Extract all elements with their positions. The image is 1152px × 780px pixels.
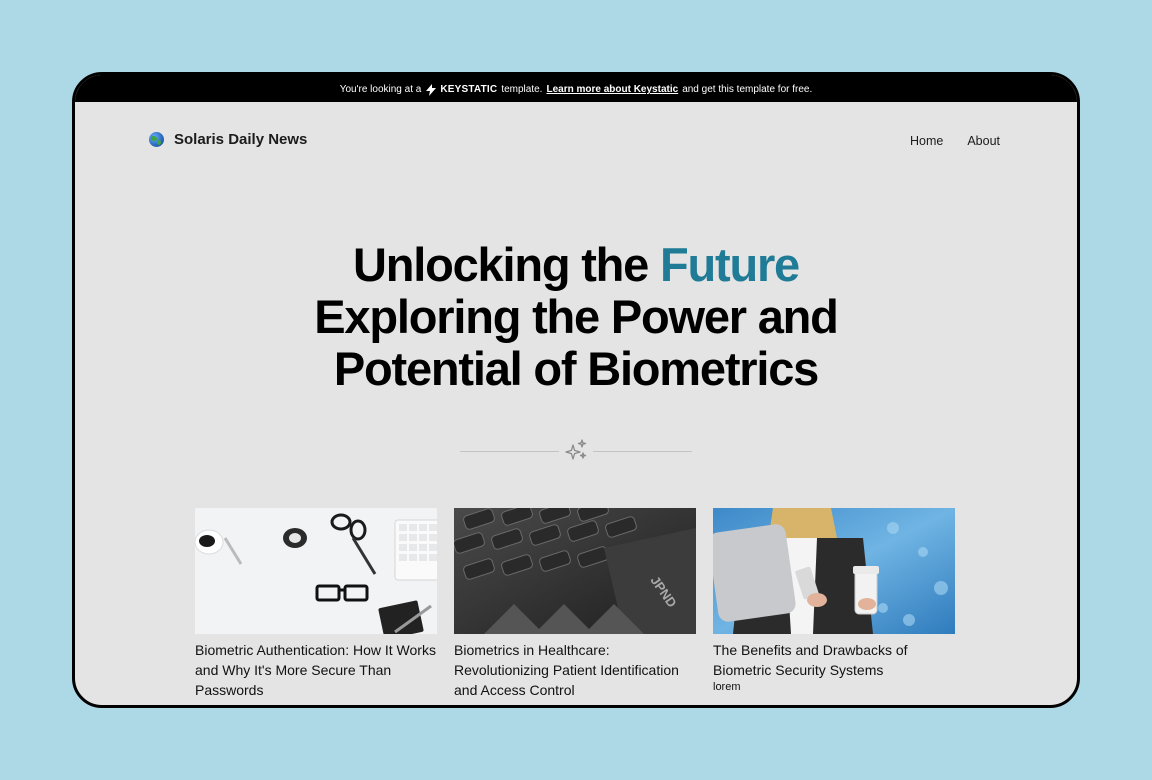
article-card[interactable]: JPND Biometrics in Healthcare: Revolutio… bbox=[454, 508, 696, 700]
article-title[interactable]: The Benefits and Drawbacks of Biometric … bbox=[713, 640, 955, 680]
banner-suffix: and get this template for free. bbox=[682, 84, 813, 95]
template-banner: You're looking at a KEYSTATIC template. … bbox=[75, 75, 1077, 102]
article-card[interactable]: The Benefits and Drawbacks of Biometric … bbox=[713, 508, 955, 700]
article-card[interactable]: Biometric Authentication: How It Works a… bbox=[195, 508, 437, 700]
hero-line1: Unlocking the Future bbox=[352, 238, 800, 291]
article-image-businesswoman[interactable] bbox=[713, 508, 955, 634]
hero-heading: Unlocking the Future Exploring the Power… bbox=[75, 239, 1077, 395]
learn-more-link[interactable]: Learn more about Keystatic bbox=[546, 84, 678, 95]
banner-middle: template. bbox=[501, 84, 543, 95]
globe-icon bbox=[149, 132, 164, 147]
divider-line-right bbox=[593, 450, 692, 452]
site-logo[interactable]: Solaris Daily News bbox=[149, 131, 307, 148]
article-title[interactable]: Biometrics in Healthcare: Revolutionizin… bbox=[454, 640, 696, 700]
browser-frame: You're looking at a KEYSTATIC template. … bbox=[72, 72, 1080, 708]
hero-accent-word: Future bbox=[659, 238, 800, 291]
article-image-desk[interactable] bbox=[195, 508, 437, 634]
article-grid: Biometric Authentication: How It Works a… bbox=[195, 508, 955, 700]
article-image-keyboard[interactable]: JPND bbox=[454, 508, 696, 634]
section-divider bbox=[460, 439, 692, 463]
hero-line3: Potential of Biometrics bbox=[333, 342, 819, 395]
divider-line-left bbox=[460, 450, 559, 452]
hero-line1-text: Unlocking the bbox=[352, 238, 649, 291]
nav-about-link[interactable]: About bbox=[967, 134, 1000, 148]
site-header: Solaris Daily News Home About bbox=[75, 102, 1077, 182]
article-title[interactable]: Biometric Authentication: How It Works a… bbox=[195, 640, 437, 700]
article-meta: lorem bbox=[713, 681, 741, 693]
hero-line2: Exploring the Power and bbox=[314, 290, 839, 343]
sparkles-icon bbox=[559, 438, 593, 464]
keystatic-brand: KEYSTATIC bbox=[425, 83, 498, 96]
site-title: Solaris Daily News bbox=[174, 131, 308, 148]
nav-home-link[interactable]: Home bbox=[910, 134, 943, 148]
banner-brand-label: KEYSTATIC bbox=[440, 84, 498, 95]
banner-prefix: You're looking at a bbox=[339, 84, 422, 95]
main-nav: Home About bbox=[910, 134, 1000, 148]
keystatic-bolt-icon bbox=[426, 83, 437, 96]
